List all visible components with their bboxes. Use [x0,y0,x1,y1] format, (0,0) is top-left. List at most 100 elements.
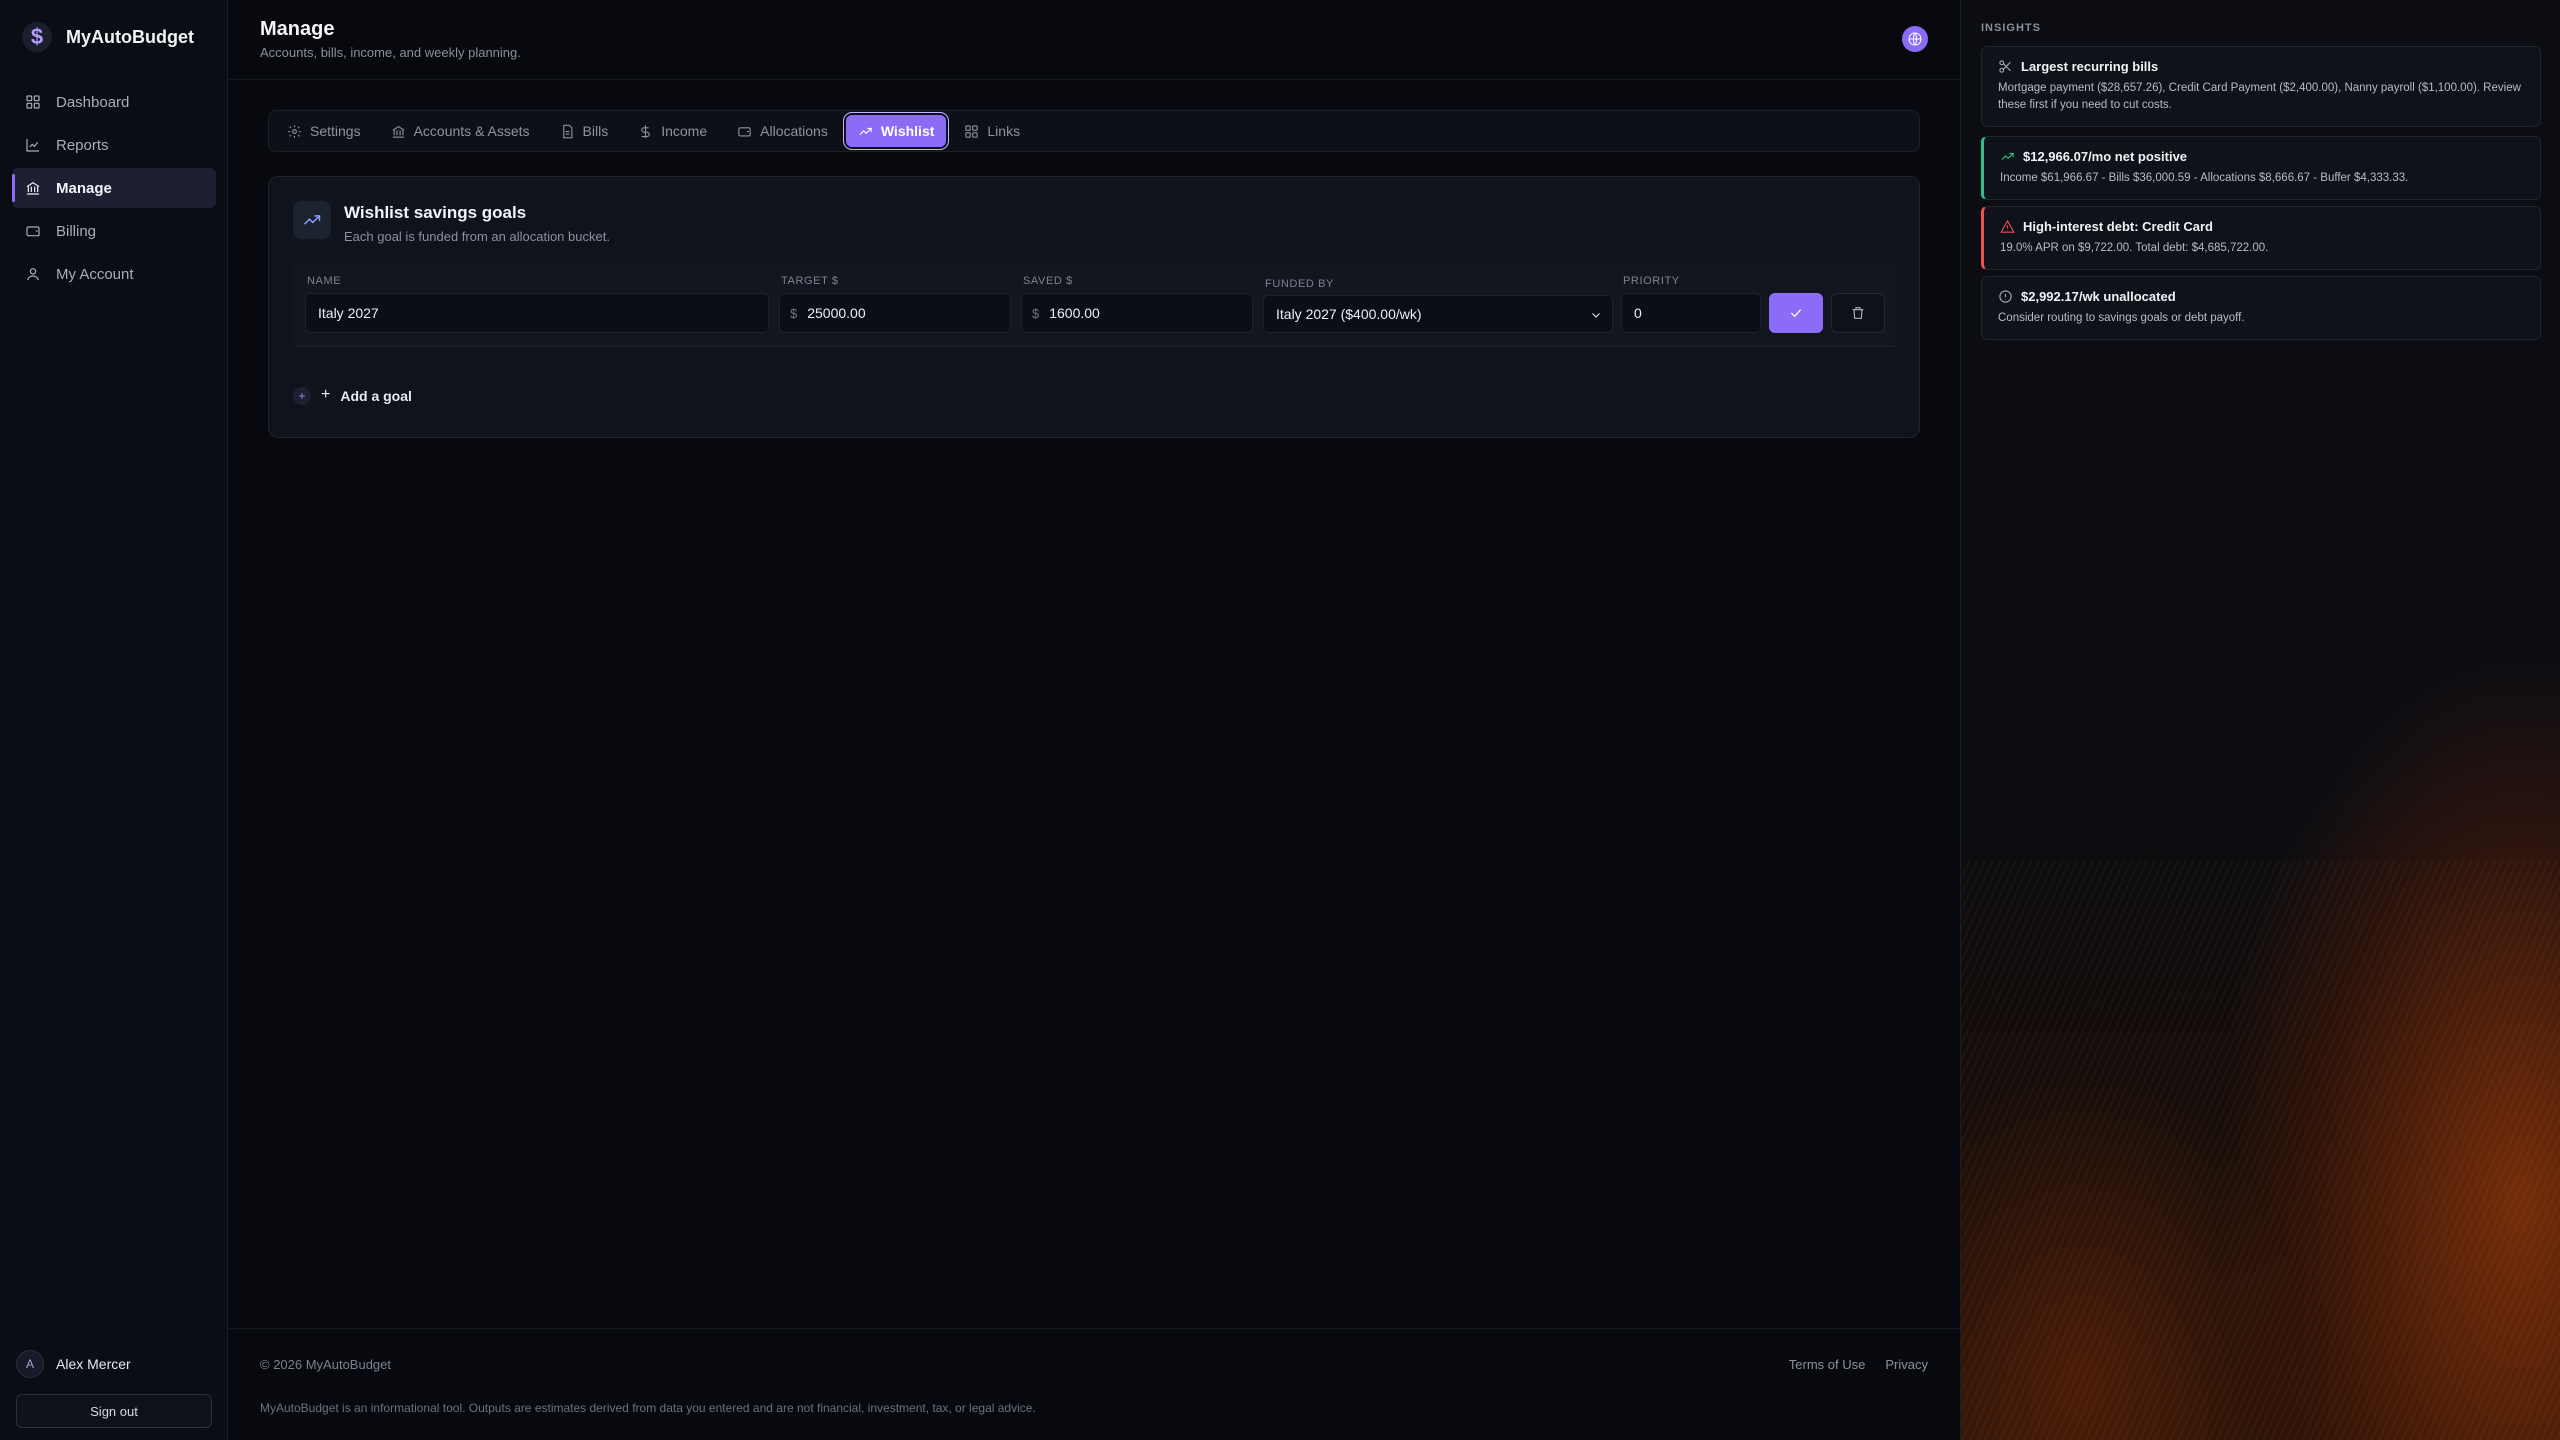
language-button[interactable] [1902,26,1928,52]
tab-accounts-assets[interactable]: Accounts & Assets [379,115,542,147]
add-goal-label: Add a goal [340,388,412,404]
tab-bills[interactable]: Bills [548,115,621,147]
delete-goal-button[interactable] [1831,293,1885,333]
tab-wishlist[interactable]: Wishlist [845,115,947,147]
user-icon [24,265,42,283]
footer: © 2026 MyAutoBudget Terms of Use Privacy… [228,1328,1960,1440]
insight-title: Largest recurring bills [2021,59,2159,74]
target-amount-value: 25000.00 [807,305,866,321]
terms-link[interactable]: Terms of Use [1789,1357,1866,1372]
document-icon [562,124,572,138]
insight-body: Consider routing to savings goals or deb… [1998,312,2245,324]
tab-settings[interactable]: Settings [275,115,373,147]
tab-label: Income [661,123,708,139]
insight-body: Income $61,966.67 - Bills $36,000.59 - A… [2000,172,2409,184]
sidebar-item-label: Dashboard [56,93,130,111]
saved-amount-input[interactable]: $ 1600.00 [1021,293,1253,333]
main-content: Manage Accounts, bills, income, and week… [228,0,1960,1440]
warning-icon [2000,219,2015,233]
priority-input[interactable]: 0 [1621,293,1761,333]
tab-links[interactable]: Links [952,115,1032,147]
grid-icon [965,124,979,138]
insight-card: High-interest debt: Credit Card 19.0% AP… [1981,206,2541,270]
trending-up-icon [2001,152,2014,161]
wishlist-card: Wishlist savings goals Each goal is fund… [268,176,1920,438]
saved-amount-value: 1600.00 [1049,305,1100,321]
sidebar-item-reports[interactable]: Reports [12,125,216,165]
insight-body: Mortgage payment ($28,657.26), Credit Ca… [1998,82,2521,111]
dollar-icon [641,124,651,138]
sidebar-item-label: Billing [56,222,97,240]
funded-by-select[interactable]: Italy 2027 ($400.00/wk) [1263,295,1613,333]
sidebar-item-manage[interactable]: Manage [12,168,216,208]
sidebar-item-my-account[interactable]: My Account [12,254,216,294]
copyright: © 2026 MyAutoBudget [260,1357,391,1372]
bank-icon [392,125,405,138]
target-amount-input[interactable]: $ 25000.00 [779,293,1011,333]
page-header: Manage Accounts, bills, income, and week… [228,0,1960,80]
grid-icon [24,93,42,111]
chevron-down-icon [1590,308,1602,324]
sidebar-item-label: Reports [56,136,109,154]
priority-label: PRIORITY [1623,275,1680,287]
insights-panel: INSIGHTS Largest recurring bills Mortgag… [1960,0,2560,1440]
gear-icon [288,124,301,138]
insight-body: 19.0% APR on $9,722.00. Total debt: $4,6… [2000,242,2269,254]
trash-icon [1852,307,1864,319]
currency-prefix: $ [1032,305,1040,321]
save-goal-button[interactable] [1769,293,1823,333]
trending-up-icon [293,201,331,239]
tab-label: Wishlist [880,123,935,139]
sidebar-item-dashboard[interactable]: Dashboard [12,82,216,122]
priority-value: 0 [1634,305,1642,321]
funded-by-value: Italy 2027 ($400.00/wk) [1276,306,1422,322]
goal-name-input[interactable]: Italy 2027 [305,293,769,333]
scissors-icon [1999,60,2011,73]
dollar-logo-icon: $ [22,22,52,52]
chart-line-icon [24,136,42,154]
check-icon [1790,309,1802,318]
sidebar-item-billing[interactable]: Billing [12,211,216,251]
manage-tabs: Settings Accounts & Assets Bills Income … [268,110,1920,152]
tab-label: Settings [310,123,361,139]
insight-card: Largest recurring bills Mortgage payment… [1981,46,2541,127]
tab-label: Accounts & Assets [413,123,530,139]
goal-name-value: Italy 2027 [318,305,379,321]
avatar: A [16,1350,44,1378]
brand[interactable]: $ MyAutoBudget [22,22,194,52]
plus-icon: + [321,385,331,403]
card-title: Wishlist savings goals [344,203,527,222]
page-title: Manage [260,18,335,40]
plus-circle-icon: + [293,387,311,405]
user-profile[interactable]: A Alex Mercer [16,1350,212,1378]
target-label: TARGET $ [781,275,839,287]
disclaimer: MyAutoBudget is an informational tool. O… [260,1401,1036,1415]
insight-card: $2,992.17/wk unallocated Consider routin… [1981,276,2541,340]
tab-income[interactable]: Income [626,115,719,147]
info-circle-icon [1999,290,2012,303]
privacy-link[interactable]: Privacy [1885,1357,1928,1372]
insight-title: $2,992.17/wk unallocated [2021,289,2176,304]
tab-label: Bills [582,123,609,139]
tab-label: Links [987,123,1021,139]
insight-card: $12,966.07/mo net positive Income $61,96… [1981,136,2541,200]
funded-by-label: FUNDED BY [1265,278,1334,290]
tab-label: Allocations [760,123,828,139]
wallet-icon [24,222,42,240]
user-area: A Alex Mercer Sign out [16,1350,212,1428]
globe-icon [1908,32,1922,46]
add-goal-button[interactable]: + + Add a goal [293,385,412,405]
sidebar-item-label: My Account [56,265,134,283]
wallet-icon [738,126,751,136]
currency-prefix: $ [790,305,798,321]
sidebar-nav: Dashboard Reports Manage Billing My Acco… [12,82,216,297]
tab-allocations[interactable]: Allocations [725,115,840,147]
insight-title: High-interest debt: Credit Card [2023,219,2213,234]
sidebar: $ MyAutoBudget Dashboard Reports Manage [0,0,228,1440]
saved-label: SAVED $ [1023,275,1073,287]
sidebar-item-label: Manage [56,179,112,197]
sign-out-button[interactable]: Sign out [16,1394,212,1428]
goal-row: NAME Italy 2027 TARGET $ $ 25000.00 SAVE… [293,263,1897,347]
bank-icon [24,179,42,197]
page-subtitle: Accounts, bills, income, and weekly plan… [260,45,521,60]
